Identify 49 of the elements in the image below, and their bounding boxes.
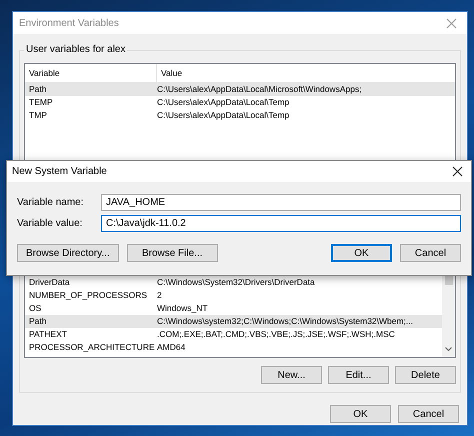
window-title: Environment Variables xyxy=(19,18,119,28)
variable-value: C:\Users\alex\AppData\Local\Temp xyxy=(157,109,290,122)
variable-name: DriverData xyxy=(28,276,71,289)
scrollbar-thumb[interactable] xyxy=(445,276,453,285)
variable-row[interactable]: Path C:\Users\alex\AppData\Local\Microsoft\WindowsApps; xyxy=(25,83,455,96)
variable-value: AMD64 xyxy=(157,341,186,354)
close-icon[interactable] xyxy=(452,166,463,177)
column-header[interactable]: Variable xyxy=(25,64,157,82)
variable-name: TEMP xyxy=(28,96,54,109)
variable-name: Path xyxy=(28,315,48,328)
text-input-field[interactable]: JAVA_HOME xyxy=(101,194,461,211)
variable-row[interactable]: Path C:\Windows\system32;C:\Windows;C:\Windows\System32\Wbem;... xyxy=(25,315,442,328)
variable-row[interactable]: PROCESSOR_ARCHITECTURE AMD64 xyxy=(25,341,442,354)
variable-row[interactable]: DriverData C:\Windows\System32\Drivers\DriverData xyxy=(25,276,442,289)
variable-name: PATHEXT xyxy=(28,328,68,341)
dialog-button[interactable]: OK xyxy=(331,244,392,262)
browse-button[interactable]: Browse File... xyxy=(126,244,218,262)
chevron-down-icon[interactable] xyxy=(445,347,452,352)
field-label: Variable name: xyxy=(17,197,85,208)
group-title: User variables for alex xyxy=(24,44,128,55)
variable-value: C:\Windows\system32;C:\Windows;C:\Windows\System32\Wbem;... xyxy=(157,315,414,328)
scrollbar[interactable] xyxy=(442,274,455,357)
dialog-title: New System Variable xyxy=(12,166,107,177)
variable-value: C:\Users\alex\AppData\Local\Temp xyxy=(157,96,290,109)
text-input-field[interactable]: C:\Java\jdk-11.0.2 xyxy=(101,215,461,232)
variable-name: OS xyxy=(28,302,42,315)
variable-row[interactable]: TMP C:\Users\alex\AppData\Local\Temp xyxy=(25,109,455,122)
variable-row[interactable]: NUMBER_OF_PROCESSORS 2 xyxy=(25,289,442,302)
dialog-button[interactable]: Cancel xyxy=(398,405,459,423)
variable-row[interactable]: OS Windows_NT xyxy=(25,302,442,315)
variable-row[interactable]: PATHEXT .COM;.EXE;.BAT;.CMD;.VBS;.VBE;.JS;.JSE;.WSF;.WSH;.MSC xyxy=(25,328,442,341)
list-action-button[interactable]: Edit... xyxy=(328,366,389,384)
list-action-button[interactable]: New... xyxy=(261,366,322,384)
variable-value: .COM;.EXE;.BAT;.CMD;.VBS;.VBE;.JS;.JSE;.WSF;.WSH;.MSC xyxy=(157,328,396,341)
variable-value: 2 xyxy=(157,289,163,302)
variable-name: Path xyxy=(28,83,48,96)
variable-name: PROCESSOR_ARCHITECTURE xyxy=(28,341,156,354)
variable-name: NUMBER_OF_PROCESSORS xyxy=(28,289,148,302)
variable-value: Windows_NT xyxy=(157,302,209,315)
variable-value: C:\Windows\System32\Drivers\DriverData xyxy=(157,276,316,289)
browse-button[interactable]: Browse Directory... xyxy=(17,244,119,262)
variable-row[interactable]: TEMP C:\Users\alex\AppData\Local\Temp xyxy=(25,96,455,109)
list-action-button[interactable]: Delete xyxy=(395,366,456,384)
dialog-button[interactable]: Cancel xyxy=(400,244,461,262)
column-header[interactable]: Value xyxy=(157,64,455,82)
field-label: Variable value: xyxy=(17,218,84,229)
variable-value: C:\Users\alex\AppData\Local\Microsoft\WindowsApps; xyxy=(157,83,363,96)
variable-name: TMP xyxy=(28,109,48,122)
dialog-button[interactable]: OK xyxy=(330,405,391,423)
